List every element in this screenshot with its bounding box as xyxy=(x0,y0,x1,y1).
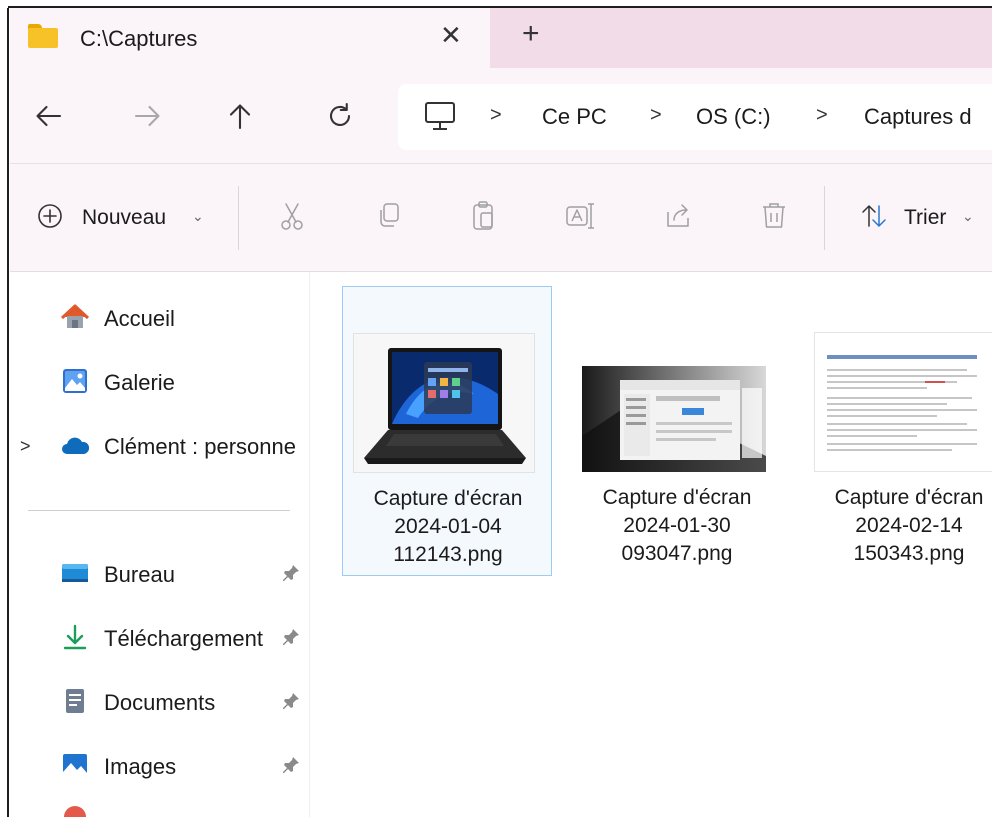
pin-icon[interactable] xyxy=(280,754,302,776)
tab-captures[interactable]: C:\Captures ✕ xyxy=(10,8,490,68)
file-name-line: 093047.png xyxy=(621,542,733,565)
pin-icon[interactable] xyxy=(280,690,302,712)
sidebar-item-bureau[interactable]: Bureau xyxy=(10,552,310,596)
forward-arrow-icon[interactable] xyxy=(130,98,170,134)
documents-icon xyxy=(66,689,84,713)
new-tab-button[interactable]: + xyxy=(522,18,540,50)
window-edge xyxy=(0,0,992,8)
rename-button[interactable] xyxy=(562,198,598,238)
sort-button[interactable] xyxy=(856,198,892,238)
command-bar: Nouveau ⌄ Trier ⌄ xyxy=(10,164,992,272)
file-name: Capture d'écran 2024-01-04 112143.png xyxy=(343,485,553,569)
rename-icon xyxy=(566,203,594,229)
breadcrumb-separator: > xyxy=(816,104,828,126)
plus-circle-icon xyxy=(38,204,62,228)
navigation-pane: Accueil Galerie > Clément : personne Bur… xyxy=(10,272,310,817)
breadcrumb-ce-pc[interactable]: Ce PC xyxy=(542,104,607,130)
clipboard-icon xyxy=(473,201,493,230)
delete-button[interactable] xyxy=(756,198,792,238)
file-name-line: 2024-01-04 xyxy=(394,515,502,538)
breadcrumb-separator: > xyxy=(490,104,502,126)
file-item[interactable]: Capture d'écran 2024-01-04 112143.png xyxy=(342,286,552,576)
breadcrumb-os-c[interactable]: OS (C:) xyxy=(696,104,771,130)
tab-title: C:\Captures xyxy=(80,26,198,51)
toolbar-divider xyxy=(238,186,239,250)
file-thumbnail xyxy=(582,366,766,472)
scissors-icon xyxy=(281,203,303,230)
file-thumbnail xyxy=(814,332,992,472)
chevron-down-icon: ⌄ xyxy=(962,208,974,224)
file-name-line: Capture d'écran xyxy=(602,486,752,509)
sidebar-item-label: Clément : personne xyxy=(104,434,296,459)
trash-icon xyxy=(763,203,785,228)
close-tab-icon[interactable]: ✕ xyxy=(440,20,462,50)
copy-icon xyxy=(380,203,399,227)
images-icon xyxy=(63,754,87,776)
home-icon xyxy=(60,304,90,328)
address-bar[interactable]: > Ce PC > OS (C:) > Captures d xyxy=(398,84,992,150)
sidebar-item-label: Accueil xyxy=(104,306,175,331)
file-name-line: 112143.png xyxy=(393,543,503,566)
file-name: Capture d'écran 2024-01-30 093047.png xyxy=(572,484,782,568)
file-explorer-window: C:\Captures ✕ + > Ce PC > OS (C:) > Capt… xyxy=(0,0,992,817)
breadcrumb-separator: > xyxy=(650,104,662,126)
sidebar-item-onedrive[interactable]: > Clément : personne xyxy=(10,424,310,468)
folder-icon xyxy=(28,24,60,48)
cut-button[interactable] xyxy=(274,198,310,238)
file-name: Capture d'écran 2024-02-14 150343.png xyxy=(804,484,992,568)
file-thumbnail xyxy=(353,333,535,473)
pc-icon xyxy=(422,100,458,134)
toolbar-divider xyxy=(824,186,825,250)
sidebar-item-label: Documents xyxy=(104,690,216,715)
up-arrow-icon[interactable] xyxy=(222,98,262,134)
sidebar-item-label: Galerie xyxy=(104,370,175,395)
sort-arrows-icon xyxy=(862,205,886,227)
tab-strip: C:\Captures ✕ + xyxy=(10,8,992,68)
refresh-icon[interactable] xyxy=(322,98,362,134)
share-button[interactable] xyxy=(660,198,696,238)
sort-button-label: Trier xyxy=(904,206,947,229)
chevron-down-icon: ⌄ xyxy=(192,208,204,224)
address-row: > Ce PC > OS (C:) > Captures d xyxy=(10,68,992,164)
pin-icon[interactable] xyxy=(280,562,302,584)
sidebar-item-images[interactable]: Images xyxy=(10,744,310,788)
sidebar-item-galerie[interactable]: Galerie xyxy=(10,360,310,404)
file-name-line: 2024-02-14 xyxy=(855,514,963,537)
sidebar-item-label: Bureau xyxy=(104,562,175,587)
sidebar-item-label: Téléchargement xyxy=(104,626,263,651)
partial-item-icon xyxy=(64,806,86,817)
copy-button[interactable] xyxy=(372,198,408,238)
paste-button[interactable] xyxy=(466,198,502,238)
file-name-line: Capture d'écran xyxy=(373,487,523,510)
window-edge xyxy=(0,0,10,817)
file-name-line: 150343.png xyxy=(853,542,965,565)
back-arrow-icon[interactable] xyxy=(30,98,70,134)
file-item[interactable]: Capture d'écran 2024-01-30 093047.png xyxy=(572,286,782,576)
file-name-line: 2024-01-30 xyxy=(623,514,731,537)
download-arrow-icon xyxy=(63,624,87,650)
gallery-icon xyxy=(63,369,87,393)
pin-icon[interactable] xyxy=(280,626,302,648)
desktop-icon xyxy=(62,564,88,582)
breadcrumb-captures[interactable]: Captures d xyxy=(864,104,972,130)
sidebar-item-telechargement[interactable]: Téléchargement xyxy=(10,616,310,660)
file-item[interactable]: Capture d'écran 2024-02-14 150343.png xyxy=(804,286,992,576)
sidebar-item-accueil[interactable]: Accueil xyxy=(10,296,310,340)
nav-divider xyxy=(28,510,290,511)
file-name-line: Capture d'écran xyxy=(834,486,984,509)
file-list: Capture d'écran 2024-01-04 112143.png Ca… xyxy=(310,272,992,817)
onedrive-cloud-icon xyxy=(62,437,90,454)
sidebar-item-documents[interactable]: Documents xyxy=(10,680,310,724)
sidebar-item-label: Images xyxy=(104,754,177,779)
share-icon xyxy=(667,204,689,227)
new-button-label: Nouveau xyxy=(82,206,167,229)
expand-chevron-icon[interactable]: > xyxy=(20,436,31,457)
